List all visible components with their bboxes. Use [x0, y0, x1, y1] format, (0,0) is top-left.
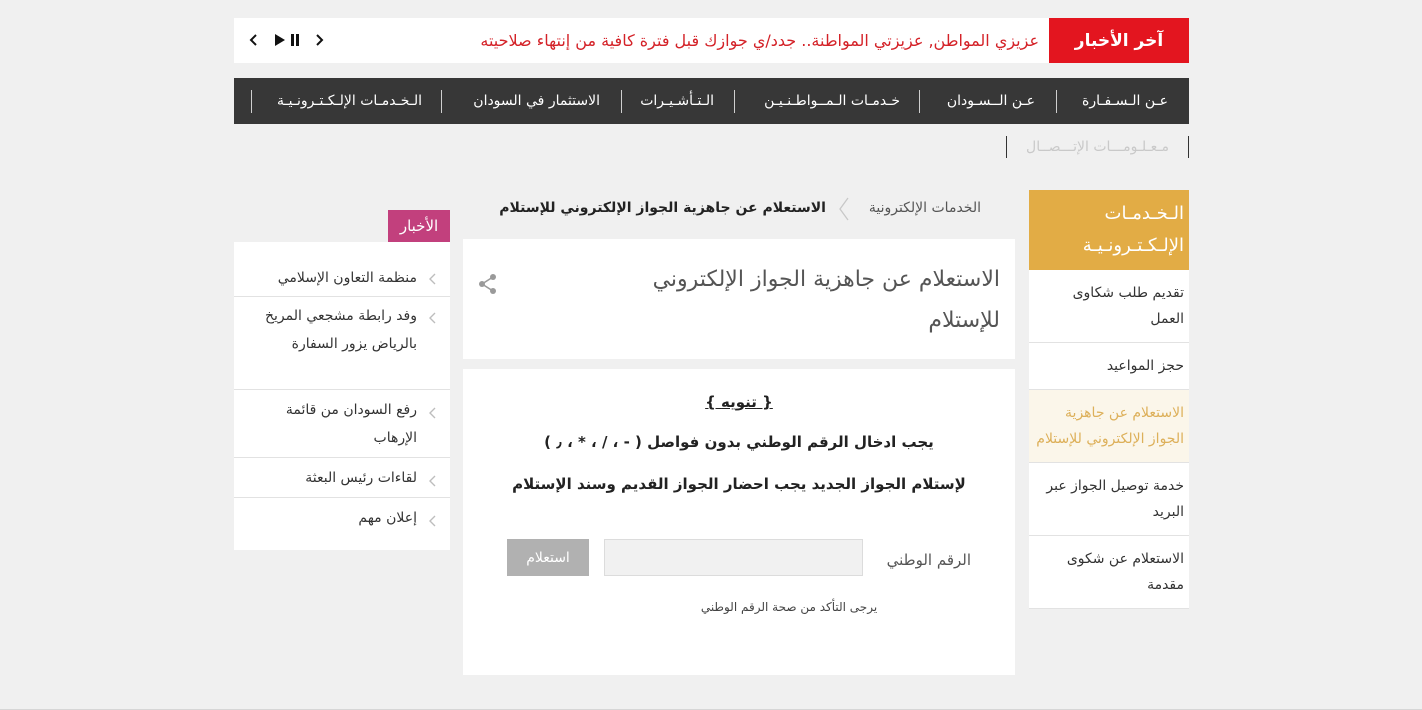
ticker-label: آخر الأخبار	[1049, 18, 1189, 63]
nav-separator	[621, 90, 622, 113]
play-icon	[274, 34, 285, 46]
nav-separator	[1056, 90, 1057, 113]
breadcrumb-separator-icon	[839, 197, 849, 221]
news-item[interactable]: منظمة التعاون الإسلامي	[234, 256, 450, 297]
breadcrumb-parent[interactable]: الخدمات الإلكترونية	[869, 198, 981, 218]
inquiry-button[interactable]: استعلام	[507, 539, 589, 576]
news-item[interactable]: رفع السودان من قائمة الإرهاب	[234, 390, 450, 458]
main-nav: عـن الـسـفـارة عـن الــسـودان خـدمـات ال…	[234, 78, 1189, 124]
page-title: الاستعلام عن جاهزية الجواز الإلكتروني لل…	[652, 267, 1000, 333]
chevron-right-icon	[316, 34, 324, 46]
breadcrumb-current: الاستعلام عن جاهزية الجواز الإلكتروني لل…	[499, 200, 826, 216]
nav-contact-info[interactable]: مـعـلـومـــات الإتـــصــال	[1026, 136, 1169, 158]
nav-visas[interactable]: الـتـأشـيـرات	[640, 78, 714, 124]
nav-separator	[251, 90, 252, 113]
news-item[interactable]: إعلان مهم	[234, 498, 450, 539]
ticker-text[interactable]: عزيزي المواطن, عزيزتي المواطنة.. جدد/ي ج…	[480, 18, 1039, 63]
nav-about-sudan[interactable]: عـن الــسـودان	[947, 78, 1035, 124]
share-button[interactable]	[477, 273, 499, 295]
news-item-title: منظمة التعاون الإسلامي	[277, 270, 417, 286]
nav-separator	[1188, 136, 1189, 158]
nav-separator	[1006, 136, 1007, 158]
news-item[interactable]: وفد رابطة مشجعي المريخ بالرياض يزور السف…	[234, 297, 450, 390]
notice-line-2: لإستلام الجواز الجديد يجب احضار الجواز ا…	[512, 475, 966, 493]
sidebar-item-appointments[interactable]: حجز المواعيد	[1029, 343, 1189, 390]
sidebar-item-passport-readiness[interactable]: الاستعلام عن جاهزية الجواز الإلكتروني لل…	[1029, 390, 1189, 463]
news-title: الأخبار	[388, 210, 450, 242]
news-ticker: آخر الأخبار عزيزي المواطن, عزيزتي المواط…	[234, 18, 1189, 63]
ticker-prev-button[interactable]	[245, 31, 263, 49]
nav-citizen-services[interactable]: خـدمـات الـمــواطـنـيـن	[764, 78, 900, 124]
chevron-left-icon	[429, 407, 436, 419]
share-icon	[479, 274, 496, 294]
notice-heading: { تنويه }	[705, 393, 773, 411]
news-item-title: إعلان مهم	[358, 510, 417, 526]
page-title-card: الاستعلام عن جاهزية الجواز الإلكتروني لل…	[463, 239, 1015, 359]
national-number-label: الرقم الوطني	[886, 551, 971, 569]
chevron-left-icon	[429, 475, 436, 487]
chevron-left-icon	[249, 34, 257, 46]
news-item-title: وفد رابطة مشجعي المريخ بالرياض يزور السف…	[264, 308, 417, 352]
e-services-sidebar: الـخـدمـات الإلـكـتـرونـيـة تقديم طلب شك…	[1029, 190, 1189, 609]
nav-e-services[interactable]: الـخـدمـات الإلـكـتـرونـيـة	[277, 78, 422, 124]
ticker-next-button[interactable]	[310, 31, 328, 49]
news-item-title: لقاءات رئيس البعثة	[305, 470, 417, 486]
chevron-left-icon	[429, 312, 436, 324]
sidebar-title: الـخـدمـات الإلـكـتـرونـيـة	[1029, 190, 1189, 270]
sidebar-item-passport-delivery[interactable]: خدمة توصيل الجواز عبر البريد	[1029, 463, 1189, 536]
inquiry-form-card: { تنويه } يجب ادخال الرقم الوطني بدون فو…	[463, 369, 1015, 675]
nav-separator	[734, 90, 735, 113]
sidebar-item-complaint-inquiry[interactable]: الاستعلام عن شكوى مقدمة	[1029, 536, 1189, 609]
notice-line-1: يجب ادخال الرقم الوطني بدون فواصل ( - ، …	[544, 433, 934, 451]
pause-icon	[291, 34, 299, 46]
nav-about-embassy[interactable]: عـن الـسـفـارة	[1082, 78, 1168, 124]
ticker-pause-button[interactable]	[286, 31, 304, 49]
sidebar-item-labor-complaint[interactable]: تقديم طلب شكاوى العمل	[1029, 270, 1189, 343]
news-item[interactable]: لقاءات رئيس البعثة	[234, 458, 450, 498]
news-item-title: رفع السودان من قائمة الإرهاب	[285, 402, 417, 446]
nav-separator	[441, 90, 442, 113]
news-box: منظمة التعاون الإسلامي وفد رابطة مشجعي ا…	[234, 242, 450, 550]
chevron-left-icon	[429, 273, 436, 285]
validation-hint: يرجى التأكد من صحة الرقم الوطني	[700, 600, 878, 614]
nav-separator	[919, 90, 920, 113]
national-number-input[interactable]	[604, 539, 863, 576]
nav-investment[interactable]: الاستثمار في السودان	[473, 78, 600, 124]
chevron-left-icon	[429, 515, 436, 527]
